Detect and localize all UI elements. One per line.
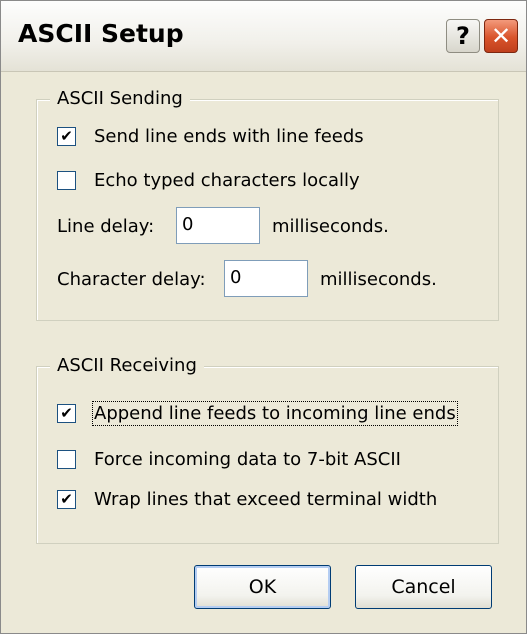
line-delay-label: Line delay: [57, 216, 155, 237]
send-line-ends-label: Send line ends with line feeds [94, 126, 364, 147]
dialog-title: ASCII Setup [18, 19, 184, 48]
echo-typed-label: Echo typed characters locally [94, 170, 360, 191]
wrap-lines-checkbox[interactable]: ✔ Wrap lines that exceed terminal width [57, 489, 437, 510]
help-button[interactable]: ? [446, 19, 480, 53]
echo-typed-check-icon[interactable] [57, 171, 76, 190]
append-line-feeds-check-icon[interactable]: ✔ [57, 404, 76, 423]
ascii-sending-group: ASCII Sending ✔ Send line ends with line… [36, 87, 499, 321]
ok-button[interactable]: OK [194, 565, 331, 609]
wrap-lines-label: Wrap lines that exceed terminal width [94, 489, 438, 510]
send-line-ends-check-icon[interactable]: ✔ [57, 127, 76, 146]
append-line-feeds-label: Append line feeds to incoming line ends [92, 401, 458, 426]
character-delay-label: Character delay: [57, 269, 206, 290]
ascii-receiving-legend: ASCII Receiving [50, 354, 204, 378]
line-delay-unit: milliseconds. [272, 216, 389, 237]
help-icon: ? [456, 22, 470, 50]
character-delay-unit: milliseconds. [320, 269, 437, 290]
wrap-lines-check-icon[interactable]: ✔ [57, 490, 76, 509]
force-7bit-checkbox[interactable]: Force incoming data to 7-bit ASCII [57, 449, 401, 470]
send-line-ends-checkbox[interactable]: ✔ Send line ends with line feeds [57, 126, 364, 147]
ascii-receiving-group: ASCII Receiving ✔ Append line feeds to i… [36, 354, 499, 544]
close-button[interactable]: ✕ [484, 19, 518, 53]
title-bar[interactable]: ASCII Setup ? ✕ [1, 1, 526, 72]
force-7bit-label: Force incoming data to 7-bit ASCII [94, 449, 401, 470]
force-7bit-check-icon[interactable] [57, 450, 76, 469]
cancel-button[interactable]: Cancel [355, 565, 492, 609]
ascii-sending-legend: ASCII Sending [50, 87, 190, 111]
character-delay-input[interactable]: 0 [224, 260, 308, 297]
append-line-feeds-checkbox[interactable]: ✔ Append line feeds to incoming line end… [57, 401, 458, 426]
line-delay-input[interactable]: 0 [176, 207, 260, 244]
echo-typed-checkbox[interactable]: Echo typed characters locally [57, 170, 360, 191]
ascii-setup-dialog: ASCII Setup ? ✕ ASCII Sending ✔ Send lin… [0, 0, 527, 634]
close-icon: ✕ [490, 22, 512, 50]
